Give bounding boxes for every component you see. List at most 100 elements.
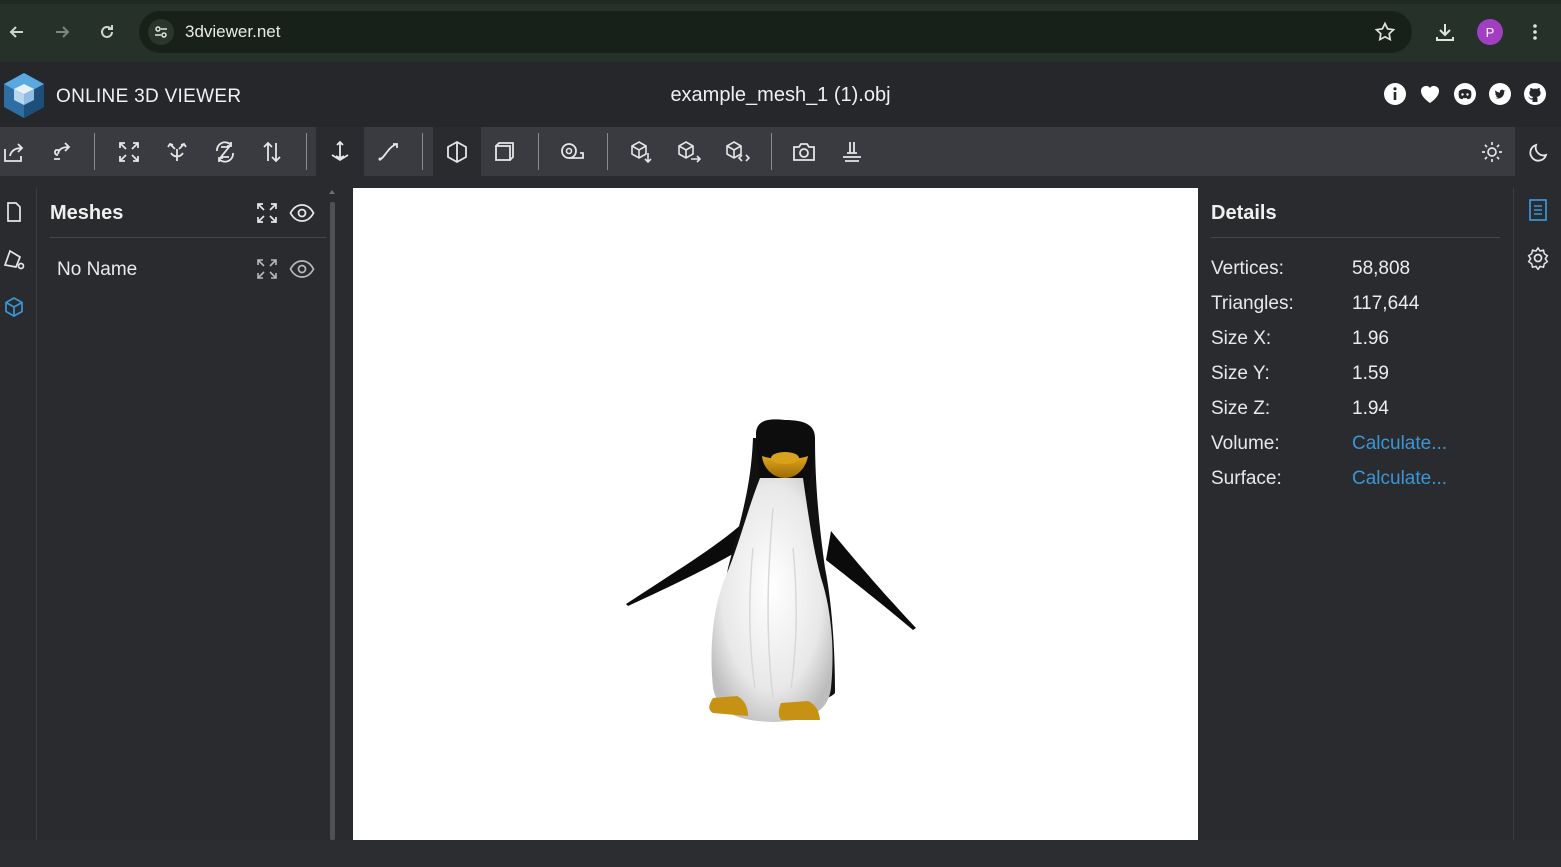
scroll-up-arrow[interactable] (329, 190, 335, 194)
flip-up-icon (263, 141, 281, 162)
light-mode-button[interactable] (1468, 127, 1516, 176)
detail-label: Size X: (1211, 328, 1272, 349)
browser-menu-button[interactable] (1521, 18, 1549, 46)
files-tab[interactable] (0, 198, 28, 226)
divider (1211, 237, 1500, 238)
embed-code-icon (726, 140, 750, 162)
open-url-button[interactable] (37, 127, 85, 176)
open-url-icon (54, 141, 71, 160)
detail-label: Vertices: (1211, 258, 1284, 279)
reload-button[interactable] (93, 18, 121, 46)
details-title: Details (1211, 202, 1277, 224)
materials-icon (3, 249, 25, 270)
detail-label: Volume: (1211, 433, 1280, 454)
camera-icon (793, 142, 815, 161)
perspective-camera-button[interactable] (433, 127, 481, 176)
tune-icon (155, 26, 167, 38)
materials-tab[interactable] (0, 245, 28, 273)
3d-viewport[interactable] (353, 188, 1198, 840)
back-button[interactable] (3, 18, 31, 46)
heart-icon[interactable] (1418, 82, 1442, 106)
details-tab[interactable] (1524, 196, 1552, 224)
flip-up-button[interactable] (248, 127, 296, 176)
bottom-bar (0, 840, 1561, 867)
free-orbit-button[interactable] (364, 127, 412, 176)
toolbar-gap (0, 176, 1561, 188)
detail-row-size-z: Size Z: 1.94 (1211, 398, 1501, 422)
address-bar[interactable]: 3dviewer.net (139, 11, 1412, 53)
detail-value: 1.96 (1352, 328, 1389, 349)
open-file-button[interactable] (0, 127, 38, 176)
panel-splitter[interactable] (328, 188, 337, 840)
calculate-volume-link[interactable]: Calculate... (1352, 433, 1447, 455)
app-logo-icon[interactable] (2, 71, 46, 119)
toggle-visibility-button[interactable] (289, 256, 315, 282)
measure-button[interactable] (548, 127, 596, 176)
measure-icon (561, 142, 584, 159)
set-up-y-icon (167, 142, 187, 161)
detail-value: 117,644 (1352, 293, 1420, 314)
detail-label: Triangles: (1211, 293, 1294, 314)
meshes-panel: Meshes No Name (38, 188, 328, 840)
show-all-button[interactable] (289, 200, 315, 226)
profile-avatar[interactable]: P (1477, 19, 1503, 45)
toolbar-separator (607, 133, 608, 170)
meshes-tab[interactable] (0, 293, 28, 321)
share-icon (678, 140, 702, 163)
scrollbar-track[interactable] (330, 202, 335, 840)
mesh-name: No Name (57, 259, 138, 280)
share-button[interactable] (665, 127, 713, 176)
detail-row-volume: Volume: Calculate... (1211, 433, 1501, 457)
screenshot-button[interactable] (780, 127, 828, 176)
dark-mode-button[interactable] (1515, 127, 1561, 176)
more-vertical-icon (1533, 24, 1537, 40)
gear-icon (1527, 246, 1549, 270)
bookmark-star-icon[interactable] (1374, 21, 1396, 48)
fixed-up-orbit-icon (331, 140, 349, 161)
detail-label: Surface: (1211, 468, 1282, 489)
divider (50, 237, 326, 238)
fit-to-window-button[interactable] (105, 127, 153, 176)
penguin-model (626, 419, 916, 722)
main-toolbar (0, 127, 1561, 176)
floor-icon (843, 141, 861, 162)
detail-row-surface: Surface: Calculate... (1211, 468, 1501, 492)
twitter-icon[interactable] (1488, 82, 1512, 106)
calculate-surface-link[interactable]: Calculate... (1352, 468, 1447, 490)
discord-icon[interactable] (1453, 82, 1477, 106)
app-header: ONLINE 3D VIEWER example_mesh_1 (1).obj (0, 62, 1561, 127)
toolbar-separator (94, 133, 95, 170)
export-button[interactable] (617, 127, 665, 176)
info-icon[interactable] (1383, 82, 1407, 106)
ground-button[interactable] (828, 127, 876, 176)
detail-row-size-y: Size Y: 1.59 (1211, 363, 1501, 387)
orthographic-camera-button[interactable] (480, 127, 528, 176)
toolbar-separator (422, 133, 423, 170)
downloads-button[interactable] (1431, 18, 1459, 46)
set-up-z-icon (216, 140, 234, 163)
fixed-up-orbit-button[interactable] (316, 127, 364, 176)
github-icon[interactable] (1523, 82, 1547, 106)
cube-icon (5, 297, 23, 317)
detail-row-size-x: Size X: 1.96 (1211, 328, 1501, 352)
set-up-z-button[interactable] (201, 127, 249, 176)
perspective-camera-icon (447, 140, 467, 163)
detail-row-triangles: Triangles: 117,644 (1211, 293, 1501, 317)
toolbar-separator (306, 133, 307, 170)
free-orbit-icon (378, 142, 398, 161)
set-up-y-button[interactable] (153, 127, 201, 176)
moon-icon (1529, 143, 1548, 162)
snapshot-button[interactable] (713, 127, 761, 176)
detail-label: Size Y: (1211, 363, 1270, 384)
sun-icon (1482, 141, 1502, 162)
left-navigator (0, 188, 37, 840)
forward-button[interactable] (48, 18, 76, 46)
details-panel: Details Vertices: 58,808 Triangles: 117,… (1199, 188, 1513, 840)
site-info-button[interactable] (148, 19, 174, 45)
export-icon (631, 140, 652, 163)
fit-mesh-button[interactable] (254, 256, 280, 282)
browser-toolbar: 3dviewer.net P (0, 0, 1561, 62)
detail-value: 58,808 (1352, 258, 1411, 279)
fit-all-button[interactable] (254, 200, 280, 226)
settings-tab[interactable] (1524, 244, 1552, 272)
